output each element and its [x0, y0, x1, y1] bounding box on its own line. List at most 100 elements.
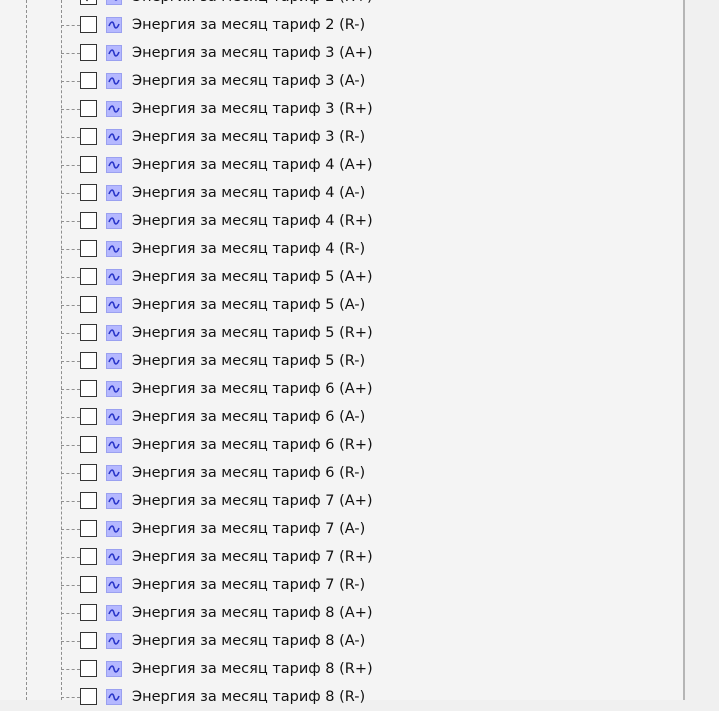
tree-item-label: Энергия за месяц тариф 3 (A-) [132, 73, 366, 89]
tree-item[interactable]: Энергия за месяц тариф 8 (A-) [0, 627, 683, 655]
tree-item[interactable]: Энергия за месяц тариф 8 (A+) [0, 599, 683, 627]
checkbox[interactable] [80, 324, 97, 341]
measurement-wave-icon [106, 241, 122, 257]
tree-item[interactable]: Энергия за месяц тариф 7 (A+) [0, 487, 683, 515]
measurement-wave-icon [106, 521, 122, 537]
measurement-wave-icon [106, 381, 122, 397]
checkbox[interactable] [80, 688, 97, 705]
tree-item[interactable]: Энергия за месяц тариф 4 (R+) [0, 207, 683, 235]
tree-connector-branch [61, 501, 80, 502]
tree-connector-branch [61, 165, 80, 166]
checkbox[interactable] [80, 352, 97, 369]
checkbox[interactable] [80, 44, 97, 61]
tree-item[interactable]: Энергия за месяц тариф 3 (R-) [0, 123, 683, 151]
measurement-wave-icon [106, 605, 122, 621]
tree-item[interactable]: Энергия за месяц тариф 2 (R+) [0, 0, 683, 11]
checkbox[interactable] [80, 464, 97, 481]
tree-item[interactable]: Энергия за месяц тариф 4 (A-) [0, 179, 683, 207]
tree-item[interactable]: Энергия за месяц тариф 5 (A+) [0, 263, 683, 291]
tree-item[interactable]: Энергия за месяц тариф 2 (R-) [0, 11, 683, 39]
tree-item[interactable]: Энергия за месяц тариф 5 (R+) [0, 319, 683, 347]
checkbox[interactable] [80, 492, 97, 509]
checkbox[interactable] [80, 212, 97, 229]
tree-item[interactable]: Энергия за месяц тариф 6 (A+) [0, 375, 683, 403]
tree-item[interactable]: Энергия за месяц тариф 7 (A-) [0, 515, 683, 543]
tree-item[interactable]: Энергия за месяц тариф 6 (R-) [0, 459, 683, 487]
tree-item[interactable]: Энергия за месяц тариф 3 (R+) [0, 95, 683, 123]
checkbox[interactable] [80, 604, 97, 621]
tree-connector-branch [61, 81, 80, 82]
tree-connector-branch [61, 193, 80, 194]
tree-connector-branch [61, 137, 80, 138]
tree-item-label: Энергия за месяц тариф 6 (A+) [132, 381, 373, 397]
tree-connector-branch [61, 557, 80, 558]
tree-item[interactable]: Энергия за месяц тариф 5 (R-) [0, 347, 683, 375]
checkbox[interactable] [80, 576, 97, 593]
tree-item[interactable]: Энергия за месяц тариф 6 (A-) [0, 403, 683, 431]
tree-item[interactable]: Энергия за месяц тариф 3 (A+) [0, 39, 683, 67]
checkbox[interactable] [80, 16, 97, 33]
tree-item-label: Энергия за месяц тариф 8 (R+) [132, 661, 373, 677]
measurement-wave-icon [106, 465, 122, 481]
checkbox[interactable] [80, 632, 97, 649]
checkbox[interactable] [80, 240, 97, 257]
measurement-wave-icon [106, 353, 122, 369]
checkbox[interactable] [80, 380, 97, 397]
tree-item[interactable]: Энергия за месяц тариф 6 (R+) [0, 431, 683, 459]
tree-item-label: Энергия за месяц тариф 5 (R+) [132, 325, 373, 341]
measurement-wave-icon [106, 269, 122, 285]
tree-item-label: Энергия за месяц тариф 4 (A-) [132, 185, 366, 201]
tree-item[interactable]: Энергия за месяц тариф 3 (A-) [0, 67, 683, 95]
measurement-wave-icon [106, 493, 122, 509]
checkbox[interactable] [80, 408, 97, 425]
tree-item-label: Энергия за месяц тариф 6 (R-) [132, 465, 366, 481]
checkbox[interactable] [80, 184, 97, 201]
tree-item[interactable]: Энергия за месяц тариф 7 (R+) [0, 543, 683, 571]
checkbox[interactable] [80, 72, 97, 89]
checkbox[interactable] [80, 100, 97, 117]
tree-connector-branch [61, 249, 80, 250]
checkbox[interactable] [80, 296, 97, 313]
checkbox[interactable] [80, 436, 97, 453]
tree-item[interactable]: Энергия за месяц тариф 4 (R-) [0, 235, 683, 263]
measurement-wave-icon [106, 73, 122, 89]
tree-item-label: Энергия за месяц тариф 2 (R+) [132, 0, 373, 6]
tree-connector-branch [61, 445, 80, 446]
tree-connector-branch [61, 277, 80, 278]
tree-item[interactable]: Энергия за месяц тариф 4 (A+) [0, 151, 683, 179]
tree-item[interactable]: Энергия за месяц тариф 7 (R-) [0, 571, 683, 599]
tree-item-label: Энергия за месяц тариф 6 (R+) [132, 437, 373, 453]
tree-connector-branch [61, 473, 80, 474]
measurement-wave-icon [106, 45, 122, 61]
checkbox[interactable] [80, 128, 97, 145]
tree-item-label: Энергия за месяц тариф 5 (A-) [132, 297, 366, 313]
tree-item[interactable]: Энергия за месяц тариф 8 (R-) [0, 683, 683, 711]
tree-connector-branch [61, 417, 80, 418]
checkbox[interactable] [80, 268, 97, 285]
tree-connector-branch [61, 109, 80, 110]
measurement-wave-icon [106, 0, 122, 5]
tree-item-label: Энергия за месяц тариф 4 (R-) [132, 241, 366, 257]
tree-item-label: Энергия за месяц тариф 4 (A+) [132, 157, 373, 173]
measurement-wave-icon [106, 661, 122, 677]
checkbox[interactable] [80, 660, 97, 677]
measurement-wave-icon [106, 633, 122, 649]
checkbox-checked[interactable] [80, 0, 97, 5]
checkbox[interactable] [80, 548, 97, 565]
checkbox[interactable] [80, 156, 97, 173]
measurement-wave-icon [106, 129, 122, 145]
tree-item-label: Энергия за месяц тариф 3 (R+) [132, 101, 373, 117]
tree-connector-branch [61, 697, 80, 698]
measurement-wave-icon [106, 409, 122, 425]
tree-connector-branch [61, 25, 80, 26]
checkbox[interactable] [80, 520, 97, 537]
measurement-wave-icon [106, 17, 122, 33]
tree-item-label: Энергия за месяц тариф 2 (R-) [132, 17, 366, 33]
tree-item-label: Энергия за месяц тариф 7 (A+) [132, 493, 373, 509]
tree-item[interactable]: Энергия за месяц тариф 8 (R+) [0, 655, 683, 683]
tree-item[interactable]: Энергия за месяц тариф 5 (A-) [0, 291, 683, 319]
tree-connector-branch [61, 529, 80, 530]
tree-connector-branch [61, 305, 80, 306]
measurement-wave-icon [106, 297, 122, 313]
tree-item-label: Энергия за месяц тариф 3 (A+) [132, 45, 373, 61]
